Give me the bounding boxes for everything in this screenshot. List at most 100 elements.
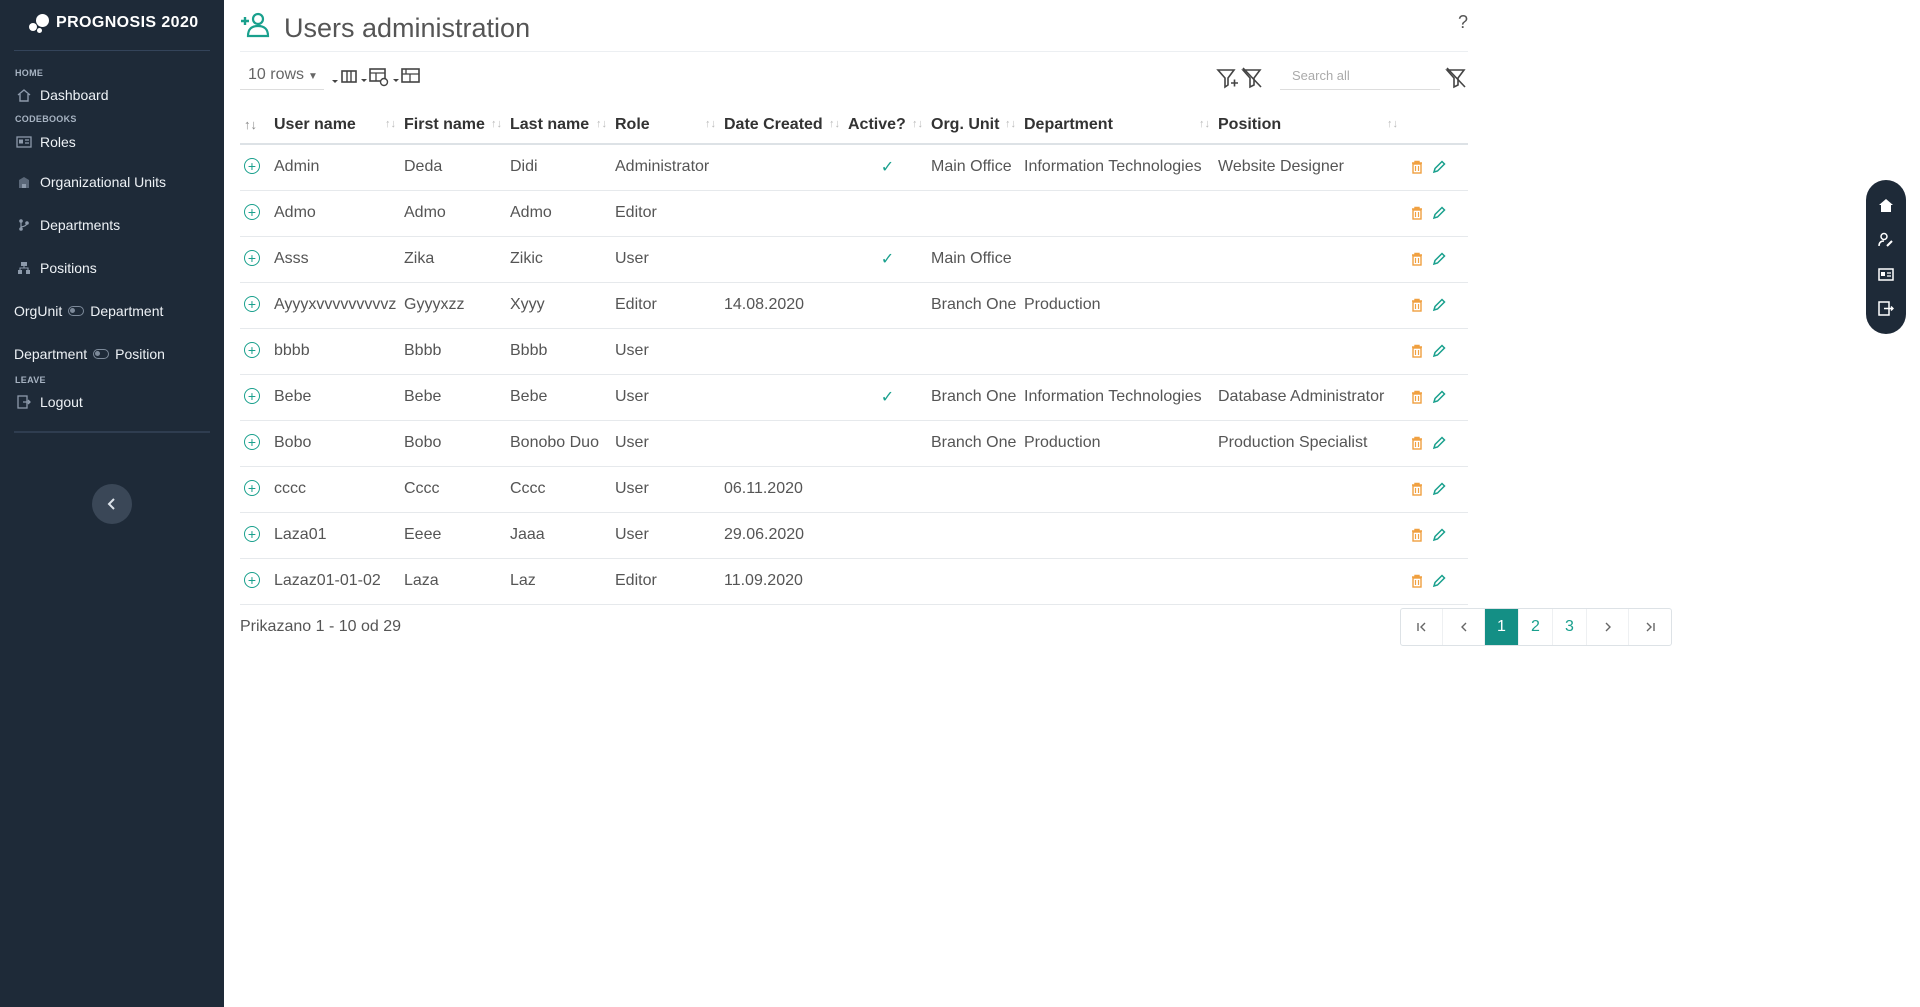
column-header-label: Date Created xyxy=(724,115,823,133)
sidebar-item-departments[interactable]: Departments xyxy=(0,203,224,246)
main-content: Users administration ? 10 rows ▼ Search … xyxy=(224,0,1920,1007)
clear-filter-icon[interactable] xyxy=(1444,66,1468,90)
column-header-department[interactable]: Department ↑↓ xyxy=(1020,106,1214,145)
rows-per-page-select[interactable]: 10 rows ▼ xyxy=(240,62,324,90)
table-row[interactable]: + bbbb Bbbb Bbbb User xyxy=(240,328,1468,375)
last-page-button[interactable] xyxy=(1629,609,1671,645)
expand-row-icon[interactable]: + xyxy=(244,388,260,404)
expand-cell: + xyxy=(240,236,270,283)
edit-icon[interactable] xyxy=(1428,478,1450,500)
cell-date-created xyxy=(720,190,844,237)
cell-role: User xyxy=(611,466,720,513)
edit-icon[interactable] xyxy=(1428,248,1450,270)
expand-row-icon[interactable]: + xyxy=(244,434,260,450)
prev-page-button[interactable] xyxy=(1443,609,1485,645)
sidebar-item-org-units[interactable]: Organizational Units xyxy=(0,160,224,203)
table-settings-icon[interactable] xyxy=(360,66,390,88)
cell-position: Database Administrator xyxy=(1214,374,1402,421)
user-edit-icon[interactable] xyxy=(1875,229,1897,251)
sidebar-item-positions[interactable]: Positions xyxy=(0,246,224,289)
expand-row-icon[interactable]: + xyxy=(244,526,260,542)
column-header-last-name[interactable]: Last name ↑↓ xyxy=(506,106,611,145)
expand-row-icon[interactable]: + xyxy=(244,296,260,312)
sidebar-item-logout[interactable]: Logout xyxy=(0,385,224,419)
edit-icon[interactable] xyxy=(1428,432,1450,454)
table-layout-icon[interactable] xyxy=(392,66,422,88)
sidebar-item-dashboard[interactable]: Dashboard xyxy=(0,78,224,112)
row-actions xyxy=(1402,558,1468,605)
help-button[interactable]: ? xyxy=(1458,12,1468,33)
edit-icon[interactable] xyxy=(1428,202,1450,224)
filter-add-icon[interactable] xyxy=(1216,66,1240,90)
search-input[interactable] xyxy=(1280,62,1440,90)
column-header-position[interactable]: Position ↑↓ xyxy=(1214,106,1402,145)
row-actions xyxy=(1402,144,1468,191)
export-icon[interactable] xyxy=(1875,298,1897,320)
sort-all-header[interactable]: ↑↓ xyxy=(240,106,270,145)
table-row[interactable]: + cccc Cccc Cccc User 06.11.2020 xyxy=(240,466,1468,513)
cell-last-name: Bebe xyxy=(506,374,611,421)
column-header-org-unit[interactable]: Org. Unit ↑↓ xyxy=(927,106,1020,145)
cell-role: User xyxy=(611,420,720,467)
edit-icon[interactable] xyxy=(1428,524,1450,546)
expand-row-icon[interactable]: + xyxy=(244,158,260,175)
expand-row-icon[interactable]: + xyxy=(244,250,260,266)
edit-icon[interactable] xyxy=(1428,570,1450,592)
column-header-user-name[interactable]: User name ↑↓ xyxy=(270,106,400,145)
expand-row-icon[interactable]: + xyxy=(244,480,260,496)
cell-date-created: 14.08.2020 xyxy=(720,282,844,329)
delete-icon[interactable] xyxy=(1406,570,1428,592)
table-row[interactable]: + Admo Admo Admo Editor xyxy=(240,190,1468,237)
expand-row-icon[interactable]: + xyxy=(244,342,260,358)
delete-icon[interactable] xyxy=(1406,248,1428,270)
sidebar-item-label: Dashboard xyxy=(40,87,109,103)
cell-org-unit: Branch One xyxy=(927,282,1020,329)
cell-department xyxy=(1020,466,1214,513)
columns-icon[interactable] xyxy=(328,66,358,88)
sidebar-item-department-position[interactable]: Department Position xyxy=(0,332,224,375)
row-actions xyxy=(1402,282,1468,329)
add-user-icon[interactable] xyxy=(240,12,284,45)
cell-position xyxy=(1214,558,1402,605)
table-row[interactable]: + Laza01 Eeee Jaaa User 29.06.2020 xyxy=(240,512,1468,559)
edit-icon[interactable] xyxy=(1428,340,1450,362)
first-page-button[interactable] xyxy=(1401,609,1443,645)
page-button-1[interactable]: 1 xyxy=(1485,609,1519,645)
table-row[interactable]: + Bebe Bebe Bebe User ✓ Branch One Information … xyxy=(240,374,1468,421)
delete-icon[interactable] xyxy=(1406,202,1428,224)
delete-icon[interactable] xyxy=(1406,432,1428,454)
table-row[interactable]: + Bobo Bobo Bonobo Duo User Branch One Product… xyxy=(240,420,1468,467)
column-header-active[interactable]: Active? ↑↓ xyxy=(844,106,927,145)
id-card-icon[interactable] xyxy=(1875,263,1897,285)
filter-remove-icon[interactable] xyxy=(1240,66,1264,90)
brand[interactable]: PROGNOSIS 2020 xyxy=(0,0,224,46)
page-button-2[interactable]: 2 xyxy=(1519,609,1553,645)
column-header-date-created[interactable]: Date Created ↑↓ xyxy=(720,106,844,145)
table-row[interactable]: + Ayyyxvvvvvvvvvz Gyyyxzz Xyyy Editor 14.08.2… xyxy=(240,282,1468,329)
page-button-3[interactable]: 3 xyxy=(1553,609,1587,645)
delete-icon[interactable] xyxy=(1406,524,1428,546)
table-row[interactable]: + Asss Zika Zikic User ✓ Main Office xyxy=(240,236,1468,283)
edit-icon[interactable] xyxy=(1428,156,1450,178)
delete-icon[interactable] xyxy=(1406,386,1428,408)
sort-icon: ↑↓ xyxy=(596,118,607,130)
column-header-role[interactable]: Role ↑↓ xyxy=(611,106,720,145)
sidebar-item-orgunit-department[interactable]: OrgUnit Department xyxy=(0,289,224,332)
edit-icon[interactable] xyxy=(1428,294,1450,316)
column-header-first-name[interactable]: First name ↑↓ xyxy=(400,106,506,145)
cell-position xyxy=(1214,236,1402,283)
delete-icon[interactable] xyxy=(1406,294,1428,316)
delete-icon[interactable] xyxy=(1406,156,1428,178)
table-row[interactable]: + Lazaz01-01-02 Laza Laz Editor 11.09.2020 xyxy=(240,558,1468,605)
next-page-button[interactable] xyxy=(1587,609,1629,645)
table-row[interactable]: + Admin Deda Didi Administrator ✓ Main Office I… xyxy=(240,144,1468,191)
delete-icon[interactable] xyxy=(1406,340,1428,362)
home-icon[interactable] xyxy=(1875,194,1897,216)
delete-icon[interactable] xyxy=(1406,478,1428,500)
edit-icon[interactable] xyxy=(1428,386,1450,408)
collapse-sidebar-button[interactable] xyxy=(92,484,132,524)
expand-cell: + xyxy=(240,420,270,467)
expand-row-icon[interactable]: + xyxy=(244,572,260,588)
expand-row-icon[interactable]: + xyxy=(244,204,260,220)
sidebar-item-roles[interactable]: Roles xyxy=(0,124,224,160)
